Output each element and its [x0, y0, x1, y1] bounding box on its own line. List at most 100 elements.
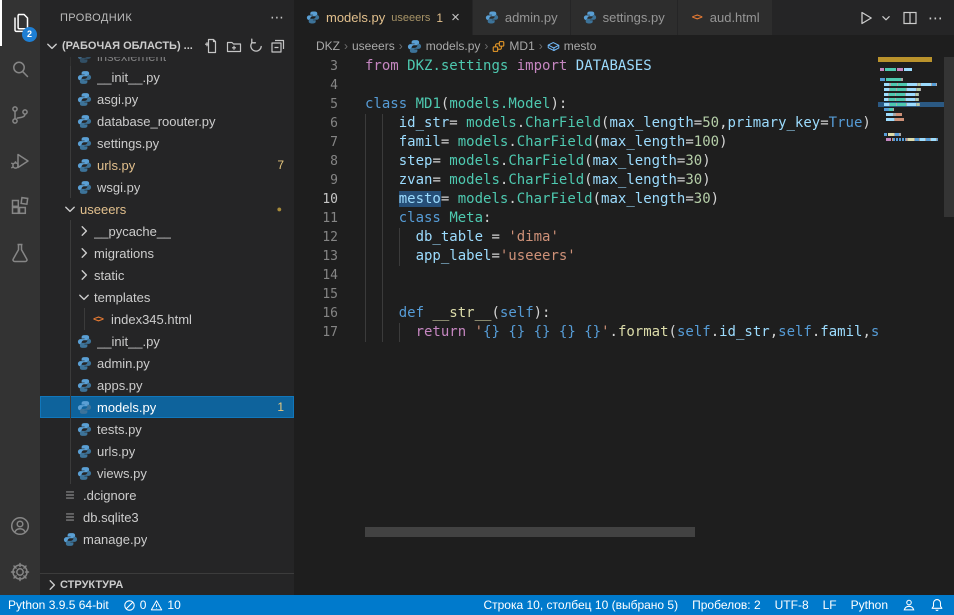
code-line-content: def __str__(self):: [365, 304, 878, 323]
tree-file-asgi.py[interactable]: asgi.py: [40, 88, 294, 110]
status-encoding[interactable]: UTF-8: [775, 598, 809, 612]
collapse-all-icon[interactable]: [270, 38, 286, 54]
tree-file-.dcignore[interactable]: .dcignore: [40, 484, 294, 506]
close-tab-icon[interactable]: ×: [451, 10, 460, 25]
breadcrumb-item-models.py[interactable]: models.py: [407, 39, 481, 54]
search-icon[interactable]: [0, 46, 40, 92]
run-dropdown-chevron-icon[interactable]: [880, 12, 892, 24]
tree-folder-useeers[interactable]: useeers●: [40, 198, 294, 220]
tree-file-__init__.py[interactable]: __init__.py: [40, 330, 294, 352]
indent-guide: [382, 285, 383, 304]
settings-gear-icon[interactable]: [0, 549, 40, 595]
indent-guide: [382, 304, 383, 323]
extensions-icon[interactable]: [0, 184, 40, 230]
chevron-down-icon: [62, 201, 78, 217]
status-indentation[interactable]: Пробелов: 2: [692, 598, 761, 612]
minimap[interactable]: [878, 57, 944, 537]
tab-settings.py[interactable]: settings.py: [571, 0, 678, 35]
code-line[interactable]: 17 return '{} {} {} {} {}'.format(self.i…: [294, 323, 878, 342]
tree-folder-__pycache__[interactable]: __pycache__: [40, 220, 294, 242]
code-line[interactable]: 7 famil= models.CharField(max_length=100…: [294, 133, 878, 152]
problems-badge: 7: [277, 158, 294, 172]
chevron-right-icon: [76, 245, 92, 261]
code-line[interactable]: 6 id_str= models.CharField(max_length=50…: [294, 114, 878, 133]
tree-file-views.py[interactable]: views.py: [40, 462, 294, 484]
vertical-scrollbar[interactable]: [944, 57, 954, 565]
indent-guide: [70, 308, 71, 330]
breadcrumb-item-useeers[interactable]: useeers: [352, 39, 395, 53]
explorer-icon[interactable]: 2: [0, 0, 40, 46]
tree-file-database_roouter.py[interactable]: database_roouter.py: [40, 110, 294, 132]
tree-file-__init__.py[interactable]: __init__.py: [40, 66, 294, 88]
activity-bar: 2: [0, 0, 40, 595]
new-file-icon[interactable]: [204, 38, 220, 54]
tree-file-db.sqlite3[interactable]: db.sqlite3: [40, 506, 294, 528]
code-line[interactable]: 16 def __str__(self):: [294, 304, 878, 323]
code-line[interactable]: 14: [294, 266, 878, 285]
tab-admin.py[interactable]: admin.py: [473, 0, 571, 35]
workspace-section-header[interactable]: (РАБОЧАЯ ОБЛАСТЬ) ...: [40, 35, 294, 57]
run-python-file-icon[interactable]: [858, 10, 874, 26]
tree-folder-templates[interactable]: templates: [40, 286, 294, 308]
account-icon[interactable]: [0, 503, 40, 549]
code-line[interactable]: 5class MD1(models.Model):: [294, 95, 878, 114]
code-line[interactable]: 15: [294, 285, 878, 304]
code-line[interactable]: 4: [294, 76, 878, 95]
tree-file-tests.py[interactable]: tests.py: [40, 418, 294, 440]
code-line[interactable]: 13 app_label='useeers': [294, 247, 878, 266]
run-debug-icon[interactable]: [0, 138, 40, 184]
code-line[interactable]: 12 db_table = 'dima': [294, 228, 878, 247]
tree-file-manage.py[interactable]: manage.py: [40, 528, 294, 550]
more-actions-icon[interactable]: ⋯: [928, 9, 944, 27]
split-editor-icon[interactable]: [902, 10, 918, 26]
tree-folder-migrations[interactable]: migrations: [40, 242, 294, 264]
code-line[interactable]: 3from DKZ.settings import DATABASES: [294, 57, 878, 76]
code-line[interactable]: 8 step= models.CharField(max_length=30): [294, 152, 878, 171]
source-control-icon[interactable]: [0, 92, 40, 138]
refresh-icon[interactable]: [248, 38, 264, 54]
testing-icon[interactable]: [0, 230, 40, 276]
tree-file-admin.py[interactable]: admin.py: [40, 352, 294, 374]
new-folder-icon[interactable]: [226, 38, 242, 54]
status-eol[interactable]: LF: [823, 598, 837, 612]
editor-group: models.pyuseeers1× admin.py settings.py<>a…: [294, 0, 954, 595]
tree-file-urls.py[interactable]: urls.py: [40, 440, 294, 462]
errors-count: 0: [140, 598, 147, 612]
horizontal-scrollbar-thumb[interactable]: [365, 527, 695, 537]
modified-dot-badge: ●: [277, 204, 294, 214]
code-editor[interactable]: 3from DKZ.settings import DATABASES45cla…: [294, 57, 878, 565]
status-notifications[interactable]: [930, 598, 944, 612]
status-language-mode[interactable]: Python: [851, 598, 888, 612]
tab-models.py[interactable]: models.pyuseeers1×: [294, 0, 473, 35]
breadcrumb-item-mesto[interactable]: mesto: [547, 39, 597, 53]
vertical-scrollbar-thumb[interactable]: [944, 57, 954, 217]
line-number: 7: [294, 133, 338, 152]
breadcrumb-item-DKZ[interactable]: DKZ: [316, 39, 340, 53]
tree-file-settings.py[interactable]: settings.py: [40, 132, 294, 154]
indent-guide: [70, 242, 71, 264]
explorer-more-icon[interactable]: ⋯: [270, 9, 284, 26]
tab-label: admin.py: [505, 10, 558, 25]
indent-guide: [382, 190, 383, 209]
tree-item-label: index345.html: [111, 312, 192, 327]
code-line[interactable]: 10 mesto= models.CharField(max_length=30…: [294, 190, 878, 209]
tab-aud.html[interactable]: <>aud.html: [678, 0, 773, 35]
breadcrumb-item-MD1[interactable]: MD1: [492, 39, 534, 53]
tree-file-insexlement[interactable]: insexlement: [40, 57, 294, 66]
sidebar-explorer: ПРОВОДНИК ⋯ (РАБОЧАЯ ОБЛАСТЬ) ... insexl…: [40, 0, 294, 595]
code-line-content: famil= models.CharField(max_length=100): [365, 133, 878, 152]
status-interpreter[interactable]: Python 3.9.5 64-bit: [8, 598, 109, 612]
code-line[interactable]: 9 zvan= models.CharField(max_length=30): [294, 171, 878, 190]
outline-section-header[interactable]: СТРУКТУРА: [40, 573, 294, 595]
tree-folder-static[interactable]: static: [40, 264, 294, 286]
tree-file-index345.html[interactable]: <>index345.html: [40, 308, 294, 330]
status-feedback[interactable]: [902, 598, 916, 612]
tree-file-models.py[interactable]: models.py1: [40, 396, 294, 418]
status-problems[interactable]: 010: [123, 598, 181, 612]
tree-file-urls.py[interactable]: urls.py7: [40, 154, 294, 176]
code-line[interactable]: 11 class Meta:: [294, 209, 878, 228]
partially-scrolled-tree-item[interactable]: insexlement: [40, 57, 294, 66]
tree-file-wsgi.py[interactable]: wsgi.py: [40, 176, 294, 198]
tree-file-apps.py[interactable]: apps.py: [40, 374, 294, 396]
status-cursor-position[interactable]: Строка 10, столбец 10 (выбрано 5): [483, 598, 678, 612]
